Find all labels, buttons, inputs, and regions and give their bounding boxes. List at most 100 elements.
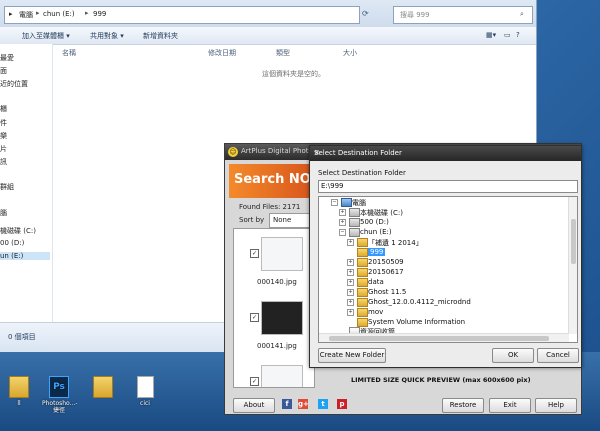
thumb-checkbox[interactable]: ✓ <box>250 313 259 322</box>
desktop-photoshop-shortcut[interactable]: Ps Photosho...- 捷徑 <box>42 376 78 414</box>
cancel-button[interactable]: Cancel <box>537 348 579 363</box>
tree-node-drive-e[interactable]: chun (E:) <box>360 228 392 236</box>
column-size[interactable]: 大小 <box>343 48 357 58</box>
preview-pane-icon[interactable]: ▭ <box>504 31 511 39</box>
tree-node-folder[interactable]: 20150509 <box>368 258 404 266</box>
address-bar: ▸ 電腦 ▸ chun (E:) ▸ 999 ⟳ 搜尋 999 ⌕ <box>0 0 536 27</box>
toolbar: 加入至媒體櫃 ▾ 共用對象 ▾ 新增資料夾 ▦▾ ▭ ? <box>0 27 536 45</box>
column-date[interactable]: 修改日期 <box>208 48 236 58</box>
view-icon[interactable]: ▦▾ <box>486 31 496 39</box>
about-button[interactable]: About <box>233 398 275 413</box>
expand-icon[interactable]: + <box>339 209 346 216</box>
destination-path-input[interactable]: E:\999 <box>318 180 578 193</box>
restore-button[interactable]: Restore <box>442 398 484 413</box>
nav-item-pictures[interactable]: 片 <box>0 144 7 154</box>
share-with-button[interactable]: 共用對象 ▾ <box>90 31 124 41</box>
tree-node-folder[interactable]: Ghost_12.0.0.4112_microdnd <box>368 298 471 306</box>
expand-icon[interactable]: + <box>347 269 354 276</box>
thumbnail-image[interactable] <box>261 365 303 387</box>
nav-item-desktop[interactable]: 面 <box>0 66 7 76</box>
nav-item-computer[interactable]: 腦 <box>0 208 7 218</box>
sort-select[interactable]: None <box>269 213 311 228</box>
desktop-file-cici[interactable]: cici <box>128 376 162 407</box>
nav-item-videos[interactable]: 訊 <box>0 157 7 167</box>
expand-icon[interactable]: + <box>347 279 354 286</box>
tree-node-computer[interactable]: 電腦 <box>352 198 366 208</box>
thumbnail-list: ✓ 000140.jpg ✓ 000141.jpg ✓ <box>233 228 315 388</box>
nav-item-drive-d[interactable]: 00 (D:) <box>0 239 24 247</box>
add-to-library-button[interactable]: 加入至媒體櫃 ▾ <box>22 31 70 41</box>
google-plus-icon[interactable]: g+ <box>298 399 309 409</box>
empty-folder-message: 這個資料夾是空的。 <box>262 70 325 78</box>
folder-icon <box>357 268 368 277</box>
exit-button[interactable]: Exit <box>489 398 531 413</box>
tree-node-folder[interactable]: 「補遺 1 2014」 <box>368 238 423 248</box>
tree-node-folder[interactable]: data <box>368 278 384 286</box>
column-type[interactable]: 類型 <box>276 48 290 58</box>
help-icon[interactable]: ? <box>516 31 520 39</box>
column-name[interactable]: 名稱 <box>62 48 76 58</box>
nav-item-drive-e[interactable]: un (E:) <box>0 252 50 260</box>
tree-node-folder[interactable]: 20150617 <box>368 268 404 276</box>
tree-node-drive-d[interactable]: 500 (D:) <box>360 218 389 226</box>
nav-item-documents[interactable]: 件 <box>0 118 7 128</box>
found-files-count: Found Files: 2171 <box>239 203 301 211</box>
breadcrumb-computer[interactable]: 電腦 <box>19 10 33 20</box>
refresh-icon[interactable]: ⟳ <box>362 9 369 18</box>
tree-node-folder-selected[interactable]: 999 <box>368 248 386 256</box>
breadcrumb-folder[interactable]: 999 <box>93 10 106 18</box>
smiley-icon: ☺ <box>228 147 238 157</box>
nav-item-drive-c[interactable]: 機磁碟 (C:) <box>0 226 36 236</box>
tree-node-folder[interactable]: System Volume Information <box>368 318 465 326</box>
tree-vertical-scrollbar[interactable] <box>568 197 577 334</box>
banner-text: Search NOT <box>234 172 320 187</box>
expand-icon[interactable]: + <box>339 219 346 226</box>
tree-node-folder[interactable]: Ghost 11.5 <box>368 288 406 296</box>
search-input[interactable]: 搜尋 999 ⌕ <box>393 6 533 24</box>
folder-tree: − 電腦 + 本機磁碟 (C:) + 500 (D:) − chun (E:) … <box>318 196 578 343</box>
desktop-folder-unnamed[interactable] <box>86 376 120 400</box>
thumbnail-image[interactable] <box>261 237 303 271</box>
nav-item-favorites[interactable]: 最愛 <box>0 53 14 63</box>
expand-icon[interactable]: + <box>347 299 354 306</box>
twitter-icon[interactable]: t <box>318 399 328 409</box>
new-folder-button[interactable]: 新增資料夾 <box>143 31 178 41</box>
close-icon[interactable]: ✕ <box>314 149 577 157</box>
drive-icon <box>349 218 360 227</box>
nav-item-homegroup[interactable]: 群組 <box>0 182 14 192</box>
expand-icon[interactable]: + <box>347 239 354 246</box>
search-icon[interactable]: ⌕ <box>520 10 524 19</box>
thumb-checkbox[interactable]: ✓ <box>250 249 259 258</box>
thumbnail-caption: 000140.jpg <box>257 278 297 286</box>
help-button[interactable]: Help <box>535 398 577 413</box>
sort-label: Sort by <box>239 216 265 224</box>
nav-item-libraries[interactable]: 櫃 <box>0 104 7 114</box>
nav-item-recent-places[interactable]: 近的位置 <box>0 79 28 89</box>
desktop-folder-ll[interactable]: ll <box>2 376 36 407</box>
collapse-icon[interactable]: − <box>339 229 346 236</box>
dialog-title-bar[interactable]: Select Destination Folder ✕ <box>310 146 581 161</box>
breadcrumb[interactable]: ▸ 電腦 ▸ chun (E:) ▸ 999 <box>4 6 360 24</box>
expand-icon[interactable]: + <box>347 309 354 316</box>
expand-icon[interactable]: + <box>347 289 354 296</box>
breadcrumb-drive[interactable]: chun (E:) <box>43 10 75 18</box>
preview-notice: LIMITED SIZE QUICK PREVIEW (max 600x600 … <box>351 376 531 384</box>
ok-button[interactable]: OK <box>492 348 534 363</box>
nav-item-music[interactable]: 樂 <box>0 131 7 141</box>
folder-icon <box>357 248 368 257</box>
pinterest-icon[interactable]: p <box>337 399 347 409</box>
expand-icon[interactable]: + <box>347 259 354 266</box>
facebook-icon[interactable]: f <box>282 399 292 409</box>
thumb-checkbox[interactable]: ✓ <box>250 377 259 386</box>
desktop-icon-label: Photosho...- 捷徑 <box>42 400 78 414</box>
collapse-icon[interactable]: − <box>331 199 338 206</box>
folder-icon: ▸ <box>9 10 13 18</box>
thumbnail-image[interactable] <box>261 301 303 335</box>
scroll-thumb[interactable] <box>329 336 549 341</box>
scroll-thumb[interactable] <box>571 219 576 264</box>
tree-horizontal-scrollbar[interactable] <box>319 333 569 342</box>
tree-node-drive-c[interactable]: 本機磁碟 (C:) <box>360 208 403 218</box>
tree-node-folder[interactable]: mov <box>368 308 383 316</box>
folder-icon <box>357 298 368 307</box>
create-new-folder-button[interactable]: Create New Folder <box>318 348 386 363</box>
